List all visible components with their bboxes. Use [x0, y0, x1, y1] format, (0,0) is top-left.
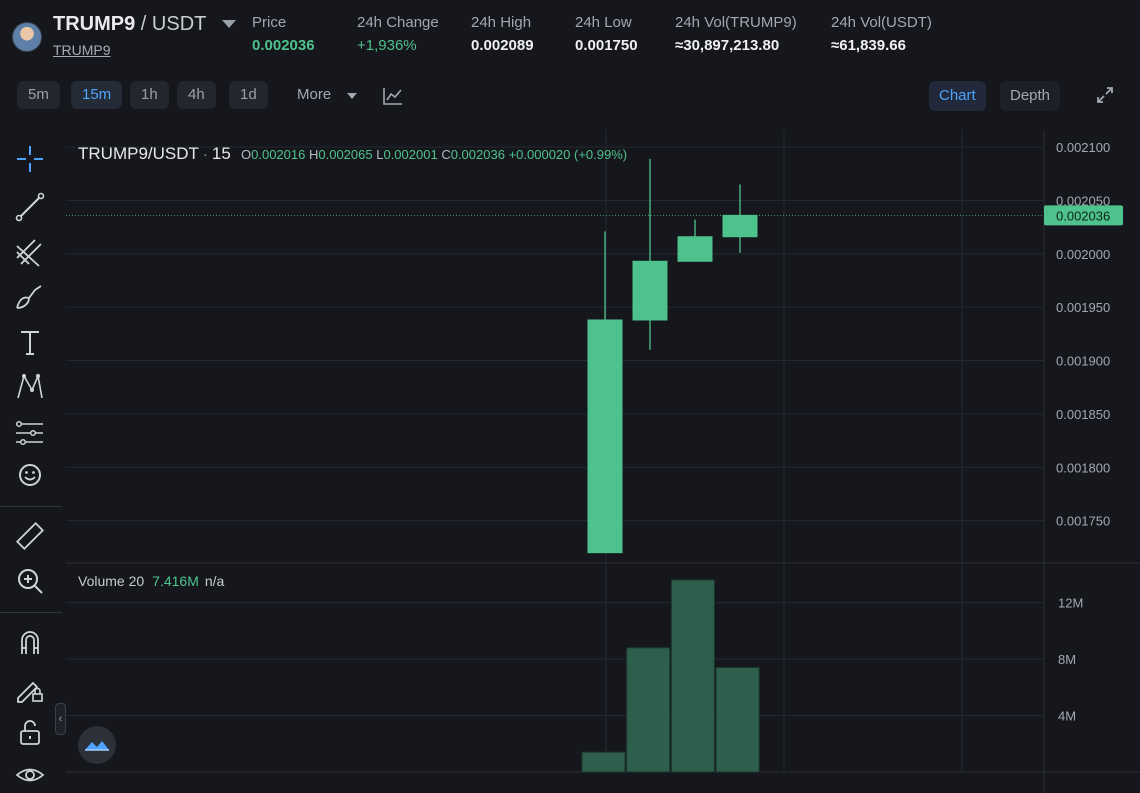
ruler-icon[interactable] — [13, 520, 47, 554]
price-tick-label: 0.001950 — [1056, 300, 1110, 315]
candle-body[interactable] — [632, 260, 668, 321]
stat-value: ≈30,897,213.80 — [675, 37, 780, 54]
legend-symbol: TRUMP9/USDT — [78, 144, 199, 163]
stat-24h-high: 24h High 0.002089 — [471, 14, 534, 54]
stat-24h-change: 24h Change +1,936% — [357, 14, 439, 54]
pattern-icon[interactable] — [13, 370, 47, 404]
legend-close-label: C — [441, 147, 451, 162]
chart-logo-button[interactable] — [78, 726, 116, 764]
volume-na: n/a — [204, 573, 225, 589]
fib-tool-icon[interactable] — [13, 236, 47, 270]
current-price-label: 0.002036 — [1056, 208, 1110, 223]
collapse-toolbar-button[interactable]: ‹ — [55, 703, 66, 735]
stat-price: Price 0.002036 — [252, 14, 315, 54]
chevron-down-icon[interactable] — [347, 93, 357, 99]
depth-view-tab[interactable]: Depth — [1000, 81, 1061, 111]
timeframe-5m[interactable]: 5m — [17, 81, 60, 109]
timeframe-1d[interactable]: 1d — [229, 81, 268, 109]
price-tick-label: 0.001900 — [1056, 354, 1110, 369]
volume-bar[interactable] — [670, 579, 715, 773]
emoji-icon[interactable] — [13, 458, 47, 492]
stat-label: 24h Change — [357, 14, 439, 31]
legend-high-label: H — [308, 147, 319, 162]
text-tool-icon[interactable] — [13, 326, 47, 360]
volume-value: 7.416M — [152, 573, 199, 589]
token-avatar — [12, 22, 42, 52]
stat-value: 0.002036 — [252, 37, 315, 54]
drawing-toolbar — [0, 130, 62, 793]
price-tick-label: 0.001800 — [1056, 460, 1110, 475]
volume-tick-label: 12M — [1058, 596, 1083, 611]
price-chart[interactable]: 0.0021000.0020500.0020000.0019500.001900… — [66, 130, 1140, 793]
more-timeframes-button[interactable]: More — [297, 81, 331, 109]
eye-icon[interactable] — [13, 758, 47, 792]
market-header: TRUMP9 / USDT TRUMP9 Price 0.002036 24h … — [0, 0, 1140, 68]
stat-label: 24h Vol(TRUMP9) — [675, 14, 797, 31]
pair-selector[interactable]: TRUMP9 / USDT — [53, 13, 206, 36]
price-tick-label: 0.001850 — [1056, 407, 1110, 422]
chevron-down-icon[interactable] — [222, 20, 236, 28]
token-link[interactable]: TRUMP9 — [53, 42, 111, 58]
stat-value: 0.002089 — [471, 37, 534, 54]
unlock-icon[interactable] — [13, 716, 47, 750]
volume-tick-label: 4M — [1058, 709, 1076, 724]
volume-bar[interactable] — [715, 667, 760, 773]
fullscreen-icon[interactable] — [1096, 86, 1114, 104]
timeframe-15m[interactable]: 15m — [71, 81, 123, 109]
trend-line-icon[interactable] — [13, 190, 47, 224]
crosshair-icon[interactable] — [13, 142, 47, 176]
lock-drawing-icon[interactable] — [13, 672, 47, 706]
stat-label: 24h High — [471, 14, 532, 31]
zoom-in-icon[interactable] — [13, 564, 47, 598]
candle-body[interactable] — [587, 319, 623, 554]
stat-value: 0.001750 — [575, 37, 638, 54]
stat-value: +1,936% — [357, 37, 417, 54]
volume-bar[interactable] — [581, 751, 626, 773]
legend-interval: 15 — [211, 144, 231, 163]
stat-value: ≈61,839.66 — [831, 37, 906, 54]
price-tick-label: 0.001750 — [1056, 514, 1110, 529]
stat-label: 24h Vol(USDT) — [831, 14, 932, 31]
volume-bar[interactable] — [626, 647, 671, 773]
legend-low: 0.002001 — [383, 147, 438, 162]
ohlc-legend: TRUMP9/USDT · 15 O0.002016 H0.002065 L0.00… — [78, 144, 628, 163]
volume-legend: Volume 20 7.416M n/a — [78, 573, 224, 589]
legend-change: +0.000020 (+0.99%) — [508, 147, 628, 162]
chart-view-tab[interactable]: Chart — [929, 81, 986, 111]
chart-toolbar: 5m 15m 1h 4h 1d More Chart Depth — [0, 78, 1140, 114]
stat-24h-vol-base: 24h Vol(TRUMP9) ≈30,897,213.80 — [675, 14, 797, 54]
stat-24h-vol-quote: 24h Vol(USDT) ≈61,839.66 — [831, 14, 932, 54]
legend-ohlc: O0.002016 H0.002065 L0.002001 C0.002036 … — [241, 147, 627, 162]
magnet-icon[interactable] — [13, 626, 47, 660]
candle-body[interactable] — [722, 214, 758, 238]
price-tick-label: 0.002000 — [1056, 247, 1110, 262]
pair-base: TRUMP9 — [53, 13, 136, 35]
indicators-icon[interactable] — [382, 86, 404, 106]
stat-label: Price — [252, 14, 287, 31]
brush-icon[interactable] — [13, 280, 47, 314]
legend-high: 0.002065 — [318, 147, 373, 162]
logo-icon — [85, 741, 109, 751]
pair-separator: / — [135, 13, 152, 35]
pair-quote: USDT — [151, 13, 207, 35]
toolbar-divider — [0, 506, 62, 507]
legend-open-label: O — [241, 147, 252, 162]
legend-close: 0.002036 — [450, 147, 505, 162]
stat-label: 24h Low — [575, 14, 632, 31]
prediction-icon[interactable] — [13, 416, 47, 450]
chart-area[interactable]: 0.002100 0.002050 0.002000 0.001950 0.001900… — [66, 130, 1140, 793]
timeframe-4h[interactable]: 4h — [177, 81, 216, 109]
toolbar-divider — [0, 612, 62, 613]
candle-body[interactable] — [677, 236, 713, 262]
volume-label: Volume 20 — [78, 573, 145, 589]
legend-open: 0.002016 — [251, 147, 306, 162]
price-tick-label: 0.002100 — [1056, 140, 1110, 155]
stat-24h-low: 24h Low 0.001750 — [575, 14, 638, 54]
volume-tick-label: 8M — [1058, 652, 1076, 667]
timeframe-1h[interactable]: 1h — [130, 81, 169, 109]
